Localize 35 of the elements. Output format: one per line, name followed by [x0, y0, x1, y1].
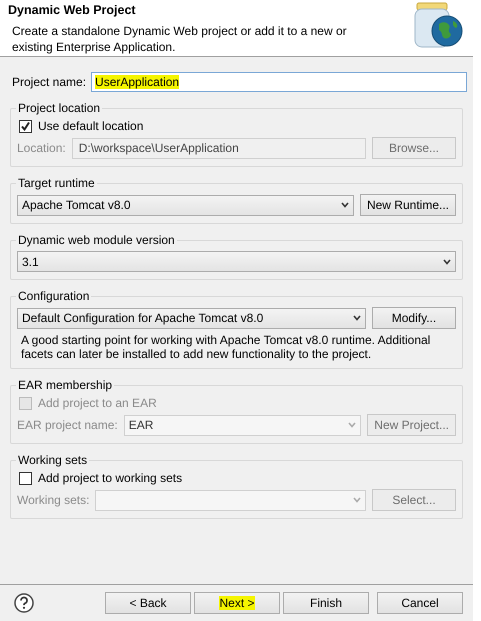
checkbox-label: Use default location [38, 119, 144, 133]
jar-globe-icon [413, 0, 465, 50]
caret-icon [353, 315, 361, 321]
group-title: Dynamic web module version [16, 233, 177, 247]
checkbox-label: Add project to an EAR [38, 396, 157, 410]
button[interactable]: New Runtime... [360, 194, 456, 216]
button[interactable]: Next > [194, 592, 280, 614]
group-title: Target runtime [16, 176, 97, 190]
caret-icon [443, 258, 451, 264]
help-icon[interactable] [14, 593, 34, 613]
button[interactable]: < Back [105, 592, 191, 614]
dropdown[interactable]: 3.1 [17, 251, 456, 272]
caret-icon [353, 497, 361, 503]
description: A good starting point for working with Apache Tomcat v8.0 runtime. Additional facets can later be installed to add new functionality to the project. [20, 333, 432, 361]
field-label: EAR project name: [17, 418, 118, 432]
button[interactable]: Finish [283, 592, 369, 614]
button[interactable]: Cancel [377, 592, 463, 614]
checkbox-label: Add project to working sets [38, 471, 182, 485]
field-label: Working sets: [17, 493, 90, 507]
field-label: Project name: [12, 75, 86, 89]
group-title: Working sets [16, 453, 90, 467]
group-title: Configuration [16, 289, 92, 303]
field-label: Location: [17, 141, 66, 155]
checkbox[interactable] [19, 120, 32, 132]
window-title: Dynamic Web Project [8, 3, 137, 17]
caret-icon [340, 202, 349, 208]
description: Create a standalone Dynamic Web project or add it to a new or existing Enterprise Application. [12, 23, 348, 55]
project-name-field[interactable]: UserApplication [91, 72, 467, 92]
group-title: Project location [16, 101, 102, 115]
dropdown[interactable]: Apache Tomcat v8.0 [17, 194, 354, 216]
group-title: EAR membership [16, 378, 114, 392]
caret-icon [348, 422, 356, 428]
checkbox[interactable] [19, 472, 32, 484]
button[interactable]: Modify... [372, 307, 456, 329]
dropdown[interactable]: Default Configuration for Apache Tomcat v8.0 [17, 308, 366, 328]
